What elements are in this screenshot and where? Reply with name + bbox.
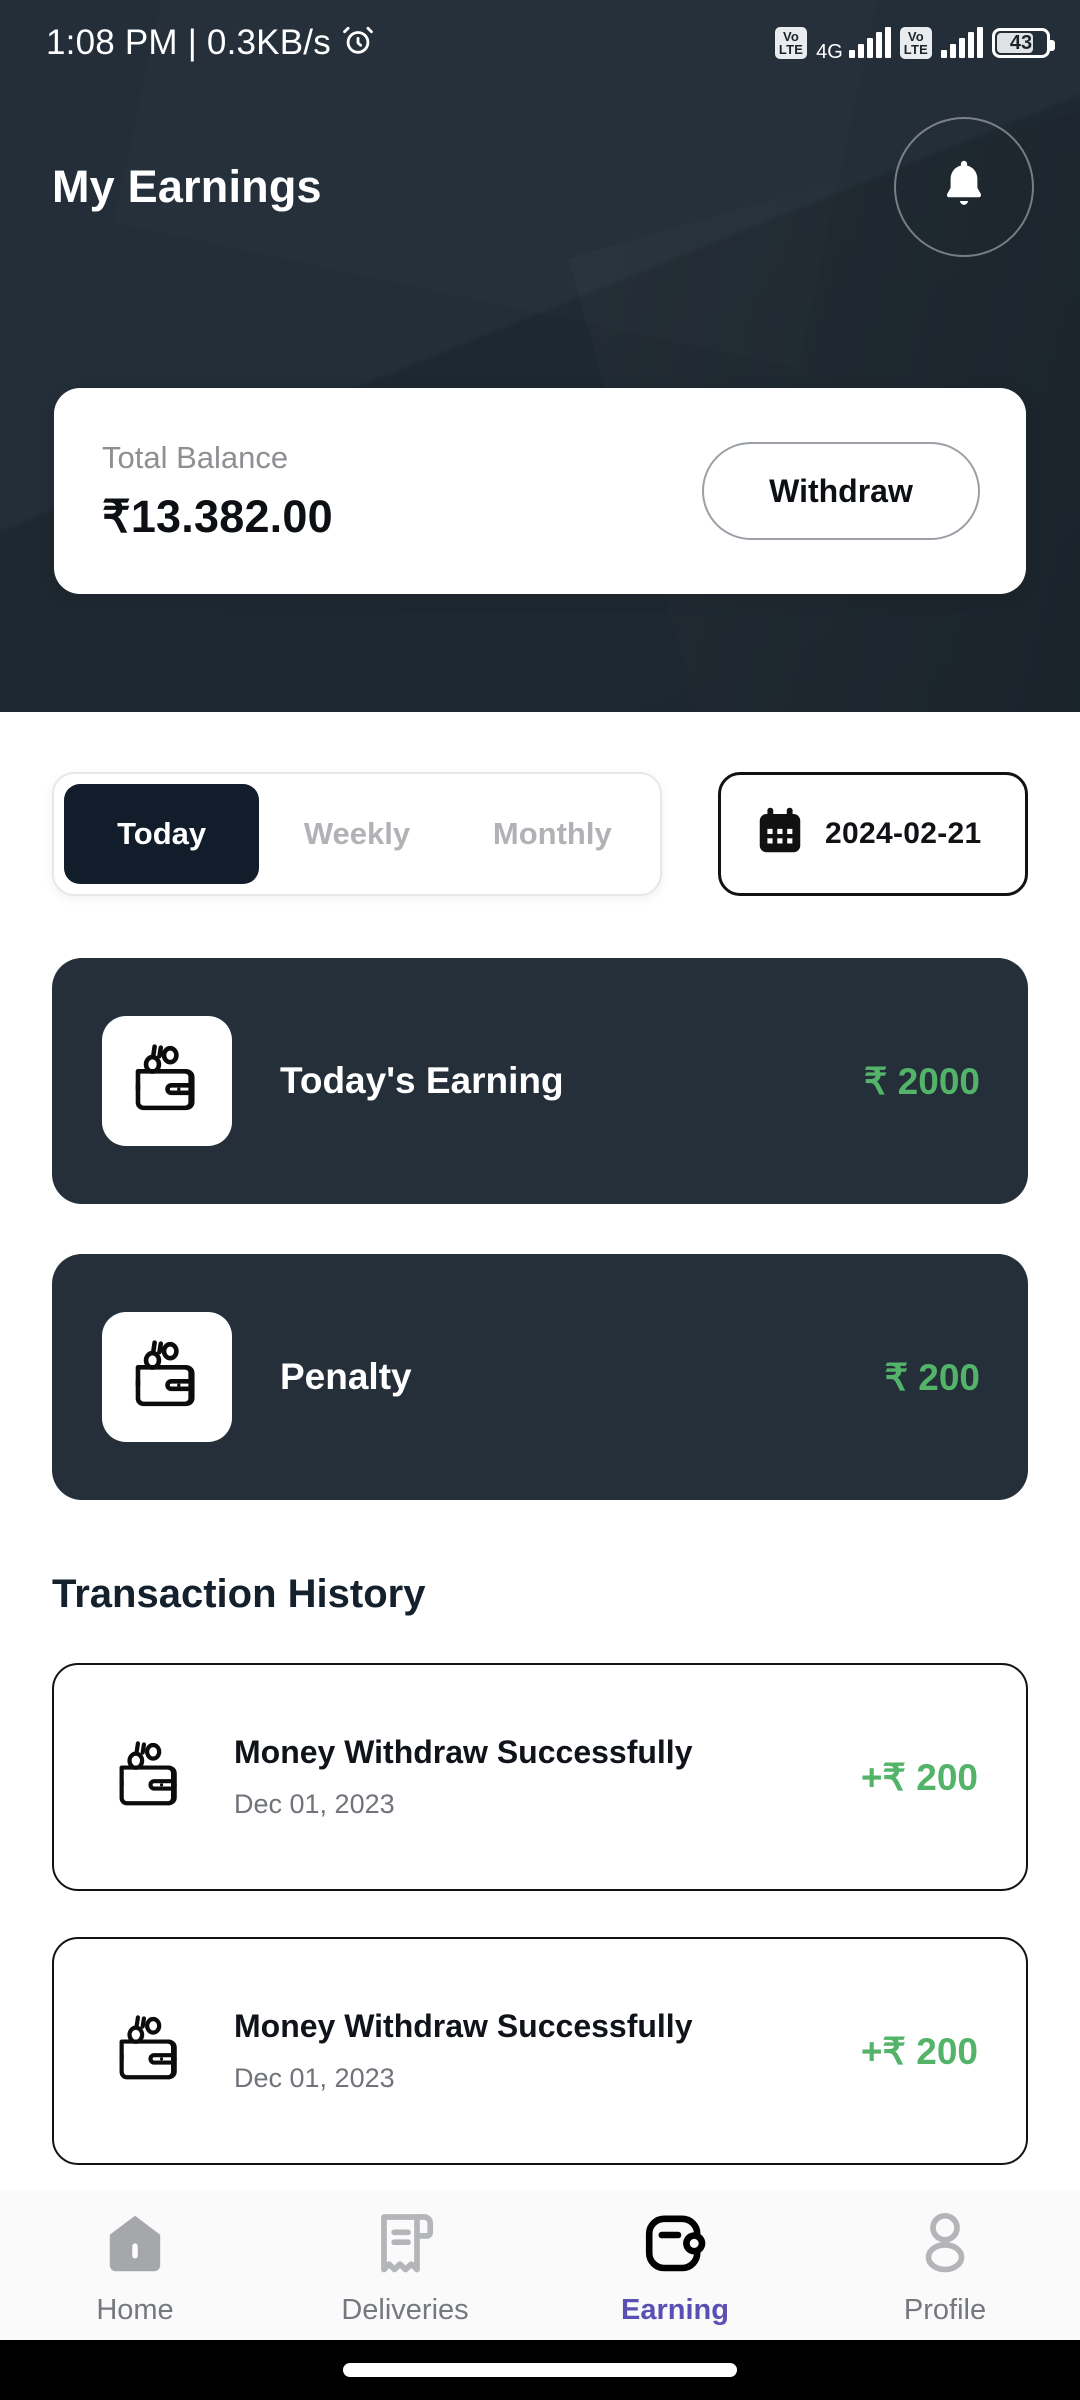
nav-item-home[interactable]: Home: [0, 2204, 270, 2327]
tab-monthly[interactable]: Monthly: [455, 784, 650, 884]
nav-label-earning: Earning: [621, 2293, 729, 2326]
status-bar-time-and-speed: 1:08 PM | 0.3KB/s: [46, 23, 331, 63]
transaction-row[interactable]: Money Withdraw Successfully Dec 01, 2023…: [52, 1663, 1028, 1891]
transaction-title: Money Withdraw Successfully: [234, 2008, 693, 2044]
gesture-navigation-bar: [0, 2340, 1080, 2400]
status-bar-right: Vo LTE 4G Vo LTE 43: [774, 27, 1055, 62]
total-balance-card: Total Balance ₹13.382.00 Withdraw: [54, 388, 1026, 594]
withdraw-button[interactable]: Withdraw: [702, 442, 980, 540]
tab-today[interactable]: Today: [64, 784, 260, 884]
status-time: 1:08 PM: [46, 23, 178, 62]
tab-weekly[interactable]: Weekly: [259, 784, 454, 884]
home-icon: [99, 2204, 171, 2280]
bell-icon: [937, 156, 991, 219]
todays-earning-amount: ₹ 2000: [863, 1060, 980, 1102]
bottom-navigation: Home Deliveries Earning Profile: [0, 2190, 1080, 2340]
calendar-icon: [755, 805, 805, 864]
transaction-details: Money Withdraw Successfully Dec 01, 2023: [234, 2008, 692, 2094]
nav-label-deliveries: Deliveries: [341, 2293, 469, 2326]
battery-icon: 43: [992, 28, 1055, 58]
transaction-history-title: Transaction History: [52, 1572, 426, 1616]
nav-label-profile: Profile: [903, 2293, 987, 2326]
transaction-amount: +₹ 200: [860, 2030, 978, 2072]
person-icon: [909, 2204, 981, 2280]
notification-button[interactable]: [894, 117, 1034, 257]
filter-row: Today Weekly Monthly 2024-02-21: [52, 772, 1028, 896]
balance-label: Total Balance: [102, 439, 289, 475]
transaction-date: Dec 01, 2023: [234, 1789, 395, 1819]
todays-earning-card[interactable]: Today's Earning ₹ 2000: [52, 958, 1028, 1204]
period-tabs: Today Weekly Monthly: [52, 772, 662, 896]
alarm-clock-icon: [341, 24, 375, 63]
nav-item-profile[interactable]: Profile: [810, 2204, 1080, 2327]
tab-weekly-label: Weekly: [303, 816, 411, 851]
wallet-coins-icon: [102, 1016, 232, 1146]
date-picker[interactable]: 2024-02-21: [718, 772, 1028, 896]
withdraw-button-label: Withdraw: [769, 472, 913, 509]
transaction-title: Money Withdraw Successfully: [234, 1734, 693, 1770]
main-content: Today Weekly Monthly 2024-02-21 Today's …: [0, 712, 1080, 2190]
sim1-network-type: 4G: [816, 42, 843, 62]
sim1-signal-bars-icon: [848, 27, 891, 58]
page-title: My Earnings: [52, 161, 322, 212]
app-screen: 1:08 PM | 0.3KB/s Vo LTE 4G Vo LTE 43 My…: [0, 0, 1080, 2400]
network-type-label: 4G: [816, 41, 843, 63]
nav-item-deliveries[interactable]: Deliveries: [270, 2204, 540, 2327]
balance-info: Total Balance ₹13.382.00: [102, 440, 333, 543]
balance-amount: ₹13.382.00: [102, 490, 333, 542]
transaction-row[interactable]: Money Withdraw Successfully Dec 01, 2023…: [52, 1937, 1028, 2165]
status-bar-left: 1:08 PM | 0.3KB/s: [46, 23, 375, 63]
status-separator: |: [187, 23, 197, 62]
nav-label-home: Home: [96, 2293, 174, 2326]
penalty-title: Penalty: [280, 1356, 412, 1397]
header-title-row: My Earnings: [52, 117, 1034, 257]
penalty-card[interactable]: Penalty ₹ 200: [52, 1254, 1028, 1500]
selected-date-label: 2024-02-21: [825, 817, 982, 850]
wallet-coins-icon: [102, 1312, 232, 1442]
status-bar: 1:08 PM | 0.3KB/s Vo LTE 4G Vo LTE 43: [0, 0, 1080, 86]
penalty-amount: ₹ 200: [884, 1356, 980, 1398]
receipt-icon: [369, 2204, 441, 2280]
battery-percent-label: 43: [1009, 32, 1033, 54]
header-section: 1:08 PM | 0.3KB/s Vo LTE 4G Vo LTE 43 My…: [0, 0, 1080, 712]
tab-today-label: Today: [117, 816, 207, 851]
tab-monthly-label: Monthly: [492, 816, 612, 851]
todays-earning-title: Today's Earning: [280, 1060, 564, 1101]
wallet-icon: [639, 2204, 711, 2280]
sim1-signal-group: 4G: [816, 27, 891, 62]
transaction-date: Dec 01, 2023: [234, 2063, 395, 2093]
transaction-details: Money Withdraw Successfully Dec 01, 2023: [234, 1734, 692, 1820]
wallet-coins-icon: [104, 1731, 196, 1823]
gesture-pill[interactable]: [343, 2363, 737, 2377]
status-network-speed: 0.3KB/s: [206, 23, 331, 62]
sim2-volte-icon: Vo LTE: [899, 27, 932, 59]
sim1-volte-icon: Vo LTE: [774, 27, 808, 59]
sim2-signal-bars-icon: [941, 27, 983, 58]
nav-item-earning[interactable]: Earning: [540, 2204, 810, 2327]
wallet-coins-icon: [104, 2005, 196, 2097]
transaction-amount: +₹ 200: [860, 1756, 978, 1798]
